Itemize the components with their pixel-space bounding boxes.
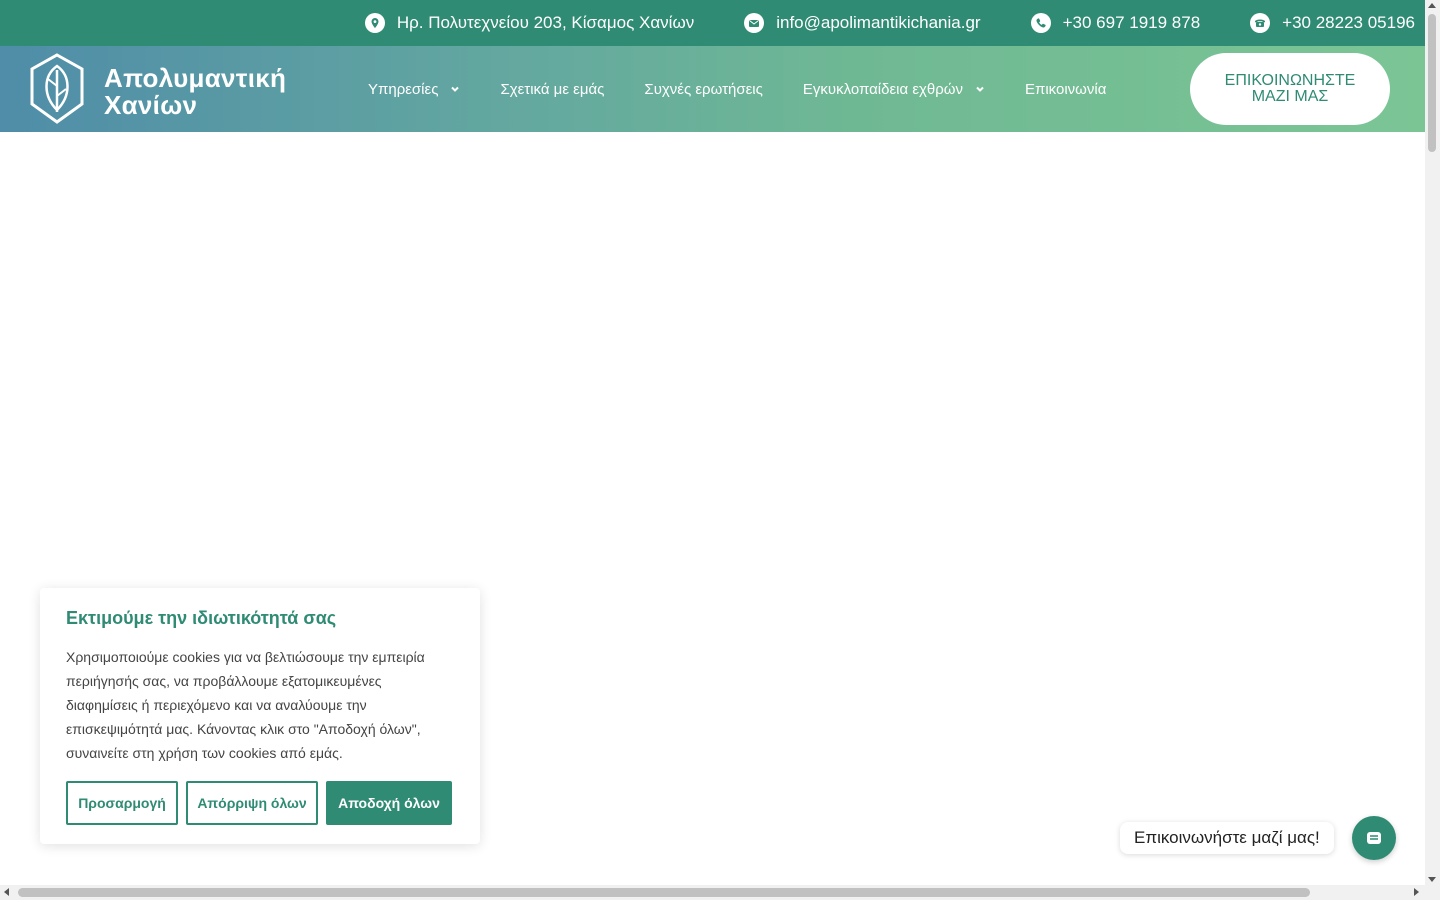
chat-button[interactable] xyxy=(1352,816,1396,860)
phone-number[interactable]: +30 28223 05196 xyxy=(1282,13,1415,33)
mobile-number[interactable]: +30 697 1919 878 xyxy=(1063,13,1201,33)
cookie-consent-banner: Εκτιμούμε την ιδιωτικότητά σας Χρησιμοπο… xyxy=(40,588,480,844)
nav-item-faq[interactable]: Συχνές ερωτήσεις xyxy=(644,81,762,98)
landline-phone-icon xyxy=(1250,13,1271,33)
chevron-down-icon xyxy=(976,86,984,92)
site-header: Απολυμαντική Χανίων Υπηρεσίες Σχετικά με… xyxy=(0,46,1425,132)
nav-item-encyclopedia[interactable]: Εγκυκλοπαίδεια εχθρών xyxy=(803,81,985,98)
scroll-up-arrow-icon[interactable] xyxy=(1428,3,1436,8)
nav-item-encyclopedia-label: Εγκυκλοπαίδεια εχθρών xyxy=(802,80,963,98)
cookie-customize-button[interactable]: Προσαρμογή xyxy=(66,781,178,825)
scroll-right-arrow-icon[interactable] xyxy=(1414,888,1419,896)
horizontal-scroll-thumb[interactable] xyxy=(18,888,1310,897)
top-info-bar: Ηρ. Πολυτεχνείου 203, Κίσαμος Χανίων inf… xyxy=(0,0,1425,46)
nav-item-faq-label: Συχνές ερωτήσεις xyxy=(644,80,763,98)
cookie-reject-all-button[interactable]: Απόρριψη όλων xyxy=(186,781,318,825)
mobile-info[interactable]: +30 697 1919 878 xyxy=(1030,13,1201,33)
cookie-text: Χρησιμοποιούμε cookies για να βελτιώσουμ… xyxy=(66,649,425,761)
logo-leaf-icon xyxy=(28,52,86,131)
nav-item-services[interactable]: Υπηρεσίες xyxy=(368,81,460,98)
logo-text: Απολυμαντική Χανίων xyxy=(104,62,287,120)
scroll-down-arrow-icon[interactable] xyxy=(1428,877,1436,882)
scroll-left-arrow-icon[interactable] xyxy=(4,888,9,896)
chevron-down-icon xyxy=(451,86,460,92)
email-icon xyxy=(744,13,765,33)
chat-label[interactable]: Επικοινωνήστε μαζί μας! xyxy=(1120,822,1334,854)
mobile-phone-icon xyxy=(1030,13,1051,33)
phone-info[interactable]: +30 28223 05196 xyxy=(1250,13,1415,33)
contact-us-button[interactable]: ΕΠΙΚΟΙΝΩΝΗΣΤΕ ΜΑΖΙ ΜΑΣ xyxy=(1190,53,1390,125)
nav-item-contact-label: Επικοινωνία xyxy=(1024,80,1107,98)
logo[interactable]: Απολυμαντική Χανίων xyxy=(28,52,286,131)
nav-item-contact[interactable]: Επικοινωνία xyxy=(1025,81,1106,98)
address-info[interactable]: Ηρ. Πολυτεχνείου 203, Κίσαμος Χανίων xyxy=(364,13,695,33)
location-icon xyxy=(364,13,385,33)
chat-icon xyxy=(1367,832,1381,844)
horizontal-scrollbar[interactable] xyxy=(0,885,1425,900)
vertical-scroll-thumb[interactable] xyxy=(1428,14,1436,152)
nav-item-services-label: Υπηρεσίες xyxy=(368,80,439,98)
main-nav: Υπηρεσίες Σχετικά με εμάς Συχνές ερωτήσε… xyxy=(368,46,1106,132)
email-info[interactable]: info@apolimantikichania.gr xyxy=(744,13,981,33)
cookie-accept-all-button[interactable]: Αποδοχή όλων xyxy=(326,781,452,825)
nav-item-about[interactable]: Σχετικά με εμάς xyxy=(500,81,604,98)
logo-line-1: Απολυμαντική xyxy=(104,62,287,93)
vertical-scrollbar[interactable] xyxy=(1425,0,1440,900)
cookie-buttons: Προσαρμογή Απόρριψη όλων Αποδοχή όλων xyxy=(66,781,454,825)
nav-item-about-label: Σχετικά με εμάς xyxy=(500,80,605,98)
cookie-title: Εκτιμούμε την ιδιωτικότητά σας xyxy=(66,608,337,628)
email-link[interactable]: info@apolimantikichania.gr xyxy=(776,13,980,33)
address-text: Ηρ. Πολυτεχνείου 203, Κίσαμος Χανίων xyxy=(396,13,695,32)
logo-line-2: Χανίων xyxy=(104,89,198,120)
